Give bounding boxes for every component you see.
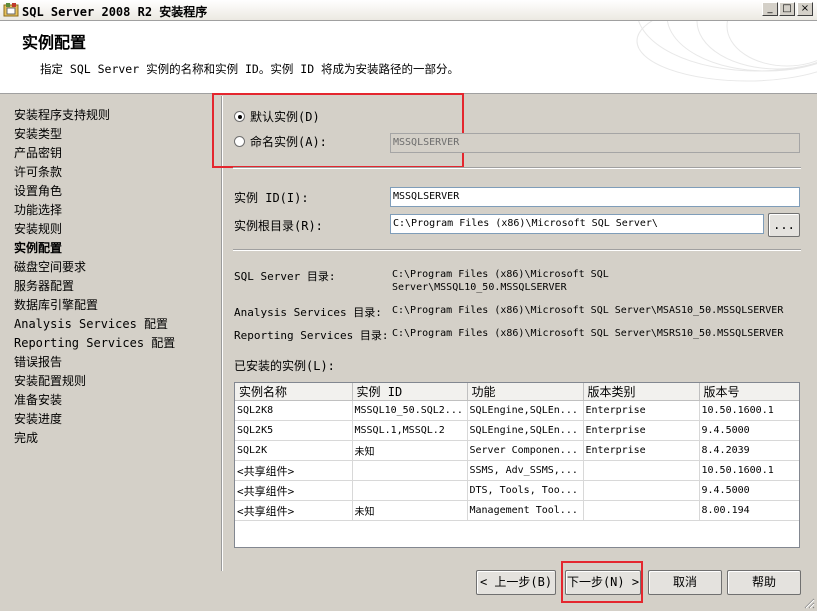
table-cell: SQLEngine,SQLEn... bbox=[466, 400, 584, 421]
table-row[interactable]: SQL2K5 MSSQL.1,MSSQL.2 SQLEngine,SQLEn... E… bbox=[235, 420, 799, 441]
resize-grip-icon[interactable] bbox=[803, 597, 815, 609]
table-cell bbox=[351, 480, 468, 501]
reporting-services-dir-label: Reporting Services 目录: bbox=[234, 329, 389, 342]
table-cell: SQL2K5 bbox=[235, 420, 353, 441]
close-button[interactable]: × bbox=[797, 2, 813, 16]
table-row[interactable]: <共享组件> DTS, Tools, Too... 9.4.5000 bbox=[235, 480, 799, 501]
table-row[interactable]: <共享组件> 未知 Management Tool... 8.00.194 bbox=[235, 500, 799, 521]
table-cell: <共享组件> bbox=[235, 480, 353, 501]
table-cell: 8.00.194 bbox=[698, 500, 799, 521]
column-header[interactable]: 实例 ID bbox=[351, 383, 468, 401]
column-header[interactable]: 版本类别 bbox=[582, 383, 700, 401]
table-cell bbox=[582, 460, 700, 481]
table-cell: SQLEngine,SQLEn... bbox=[466, 420, 584, 441]
page-title: 实例配置 bbox=[22, 33, 87, 52]
analysis-services-dir-value: C:\Program Files (x86)\Microsoft SQL Ser… bbox=[392, 305, 784, 316]
sql-server-app-icon bbox=[3, 3, 19, 17]
table-cell: 9.4.5000 bbox=[698, 420, 799, 441]
back-button[interactable]: < 上一步(B) bbox=[476, 570, 556, 595]
installed-instances-table[interactable]: 实例名称 实例 ID 功能 版本类别 版本号 SQL2K8 MSSQL10_50.SQL2… bbox=[234, 382, 800, 548]
browse-button[interactable]: ... bbox=[768, 213, 800, 237]
table-cell bbox=[351, 460, 468, 481]
nav-item: 安装规则 bbox=[14, 222, 63, 236]
nav-item: 安装类型 bbox=[14, 127, 63, 141]
nav-item: 安装程序支持规则 bbox=[14, 108, 111, 122]
nav-item: 许可条款 bbox=[14, 165, 63, 179]
table-cell: SQL2K8 bbox=[235, 400, 353, 421]
table-cell: <共享组件> bbox=[235, 460, 353, 481]
cancel-button[interactable]: 取消 bbox=[648, 570, 722, 595]
table-cell: DTS, Tools, Too... bbox=[466, 480, 584, 501]
table-cell bbox=[582, 480, 700, 501]
step-navigation: 安装程序支持规则 安装类型产品密钥许可条款设置角色功能选择安装规则实例配置磁盘空间… bbox=[14, 106, 175, 448]
window-title: SQL Server 2008 R2 安装程序 bbox=[22, 5, 208, 19]
table-cell: SSMS, Adv_SSMS,... bbox=[466, 460, 584, 481]
table-cell: 10.50.1600.1 bbox=[698, 460, 799, 481]
instance-root-label: 实例根目录(R): bbox=[234, 219, 323, 233]
instance-root-input[interactable]: C:\Program Files (x86)\Microsoft SQL Ser… bbox=[390, 214, 764, 234]
maximize-button[interactable]: □ bbox=[779, 2, 795, 16]
installed-instances-label: 已安装的实例(L): bbox=[234, 359, 335, 373]
named-instance-radio[interactable] bbox=[234, 136, 245, 147]
nav-item: 完成 bbox=[14, 431, 39, 445]
table-row[interactable]: SQL2K8 MSSQL10_50.SQL2... SQLEngine,SQLEn.… bbox=[235, 400, 799, 421]
default-instance-label[interactable]: 默认实例(D) bbox=[250, 108, 320, 125]
table-cell: <共享组件> bbox=[235, 500, 353, 521]
table-cell: MSSQL10_50.SQL2... bbox=[351, 400, 468, 421]
table-cell: Enterprise bbox=[582, 440, 700, 461]
analysis-services-dir-label: Analysis Services 目录: bbox=[234, 306, 382, 319]
table-cell: 8.4.2039 bbox=[698, 440, 799, 461]
default-instance-radio[interactable] bbox=[234, 111, 245, 122]
nav-item: 安装配置规则 bbox=[14, 374, 87, 388]
sql-server-dir-value-line1: C:\Program Files (x86)\Microsoft SQL bbox=[392, 269, 609, 280]
table-row[interactable]: SQL2K 未知 Server Componen... Enterprise 8.4.2… bbox=[235, 440, 799, 461]
table-cell: Enterprise bbox=[582, 400, 700, 421]
page-subtitle: 指定 SQL Server 实例的名称和实例 ID。实例 ID 将成为安装路径的… bbox=[40, 62, 460, 76]
named-instance-label[interactable]: 命名实例(A): bbox=[250, 133, 327, 150]
nav-item: 设置角色 bbox=[14, 184, 63, 198]
table-cell: 未知 bbox=[351, 500, 468, 521]
table-cell: 10.50.1600.1 bbox=[698, 400, 799, 421]
separator-line bbox=[233, 167, 801, 169]
table-header-row: 实例名称 实例 ID 功能 版本类别 版本号 bbox=[235, 383, 799, 401]
page-header: 实例配置 指定 SQL Server 实例的名称和实例 ID。实例 ID 将成为… bbox=[0, 21, 817, 94]
named-instance-input[interactable]: MSSQLSERVER bbox=[390, 133, 800, 153]
nav-item: 产品密钥 bbox=[14, 146, 63, 160]
column-header[interactable]: 版本号 bbox=[698, 383, 799, 401]
table-row[interactable]: <共享组件> SSMS, Adv_SSMS,... 10.50.1600.1 bbox=[235, 460, 799, 481]
reporting-services-dir-value: C:\Program Files (x86)\Microsoft SQL Ser… bbox=[392, 328, 784, 339]
column-header[interactable]: 实例名称 bbox=[235, 383, 353, 401]
nav-item: 数据库引擎配置 bbox=[14, 298, 99, 312]
separator-line bbox=[233, 249, 801, 251]
instance-id-label: 实例 ID(I): bbox=[234, 191, 309, 205]
nav-item: 功能选择 bbox=[14, 203, 63, 217]
nav-item: Reporting Services 配置 bbox=[14, 336, 176, 350]
column-header[interactable]: 功能 bbox=[466, 383, 584, 401]
title-bar: SQL Server 2008 R2 安装程序 _ □ × bbox=[0, 0, 817, 21]
nav-item: 磁盘空间要求 bbox=[14, 260, 87, 274]
table-cell: Enterprise bbox=[582, 420, 700, 441]
table-cell: SQL2K bbox=[235, 440, 353, 461]
help-button[interactable]: 帮助 bbox=[727, 570, 801, 595]
table-cell: Management Tool... bbox=[466, 500, 584, 521]
highlight-box-instance bbox=[212, 93, 464, 168]
decorative-swirl-graphic bbox=[636, 21, 817, 82]
table-cell: 未知 bbox=[351, 440, 468, 461]
table-cell bbox=[582, 500, 700, 521]
nav-item: 准备安装 bbox=[14, 393, 63, 407]
nav-item: Analysis Services 配置 bbox=[14, 317, 169, 331]
minimize-button[interactable]: _ bbox=[762, 2, 778, 16]
table-cell: 9.4.5000 bbox=[698, 480, 799, 501]
table-cell: MSSQL.1,MSSQL.2 bbox=[351, 420, 468, 441]
instance-id-input[interactable]: MSSQLSERVER bbox=[390, 187, 800, 207]
nav-item: 错误报告 bbox=[14, 355, 63, 369]
highlight-box-next bbox=[561, 561, 643, 603]
sql-server-dir-label: SQL Server 目录: bbox=[234, 270, 336, 283]
nav-item: 实例配置 bbox=[14, 241, 63, 255]
table-cell: Server Componen... bbox=[466, 440, 584, 461]
nav-item: 服务器配置 bbox=[14, 279, 75, 293]
nav-item: 安装进度 bbox=[14, 412, 63, 426]
sql-server-dir-value-line2: Server\MSSQL10_50.MSSQLSERVER bbox=[392, 282, 567, 293]
